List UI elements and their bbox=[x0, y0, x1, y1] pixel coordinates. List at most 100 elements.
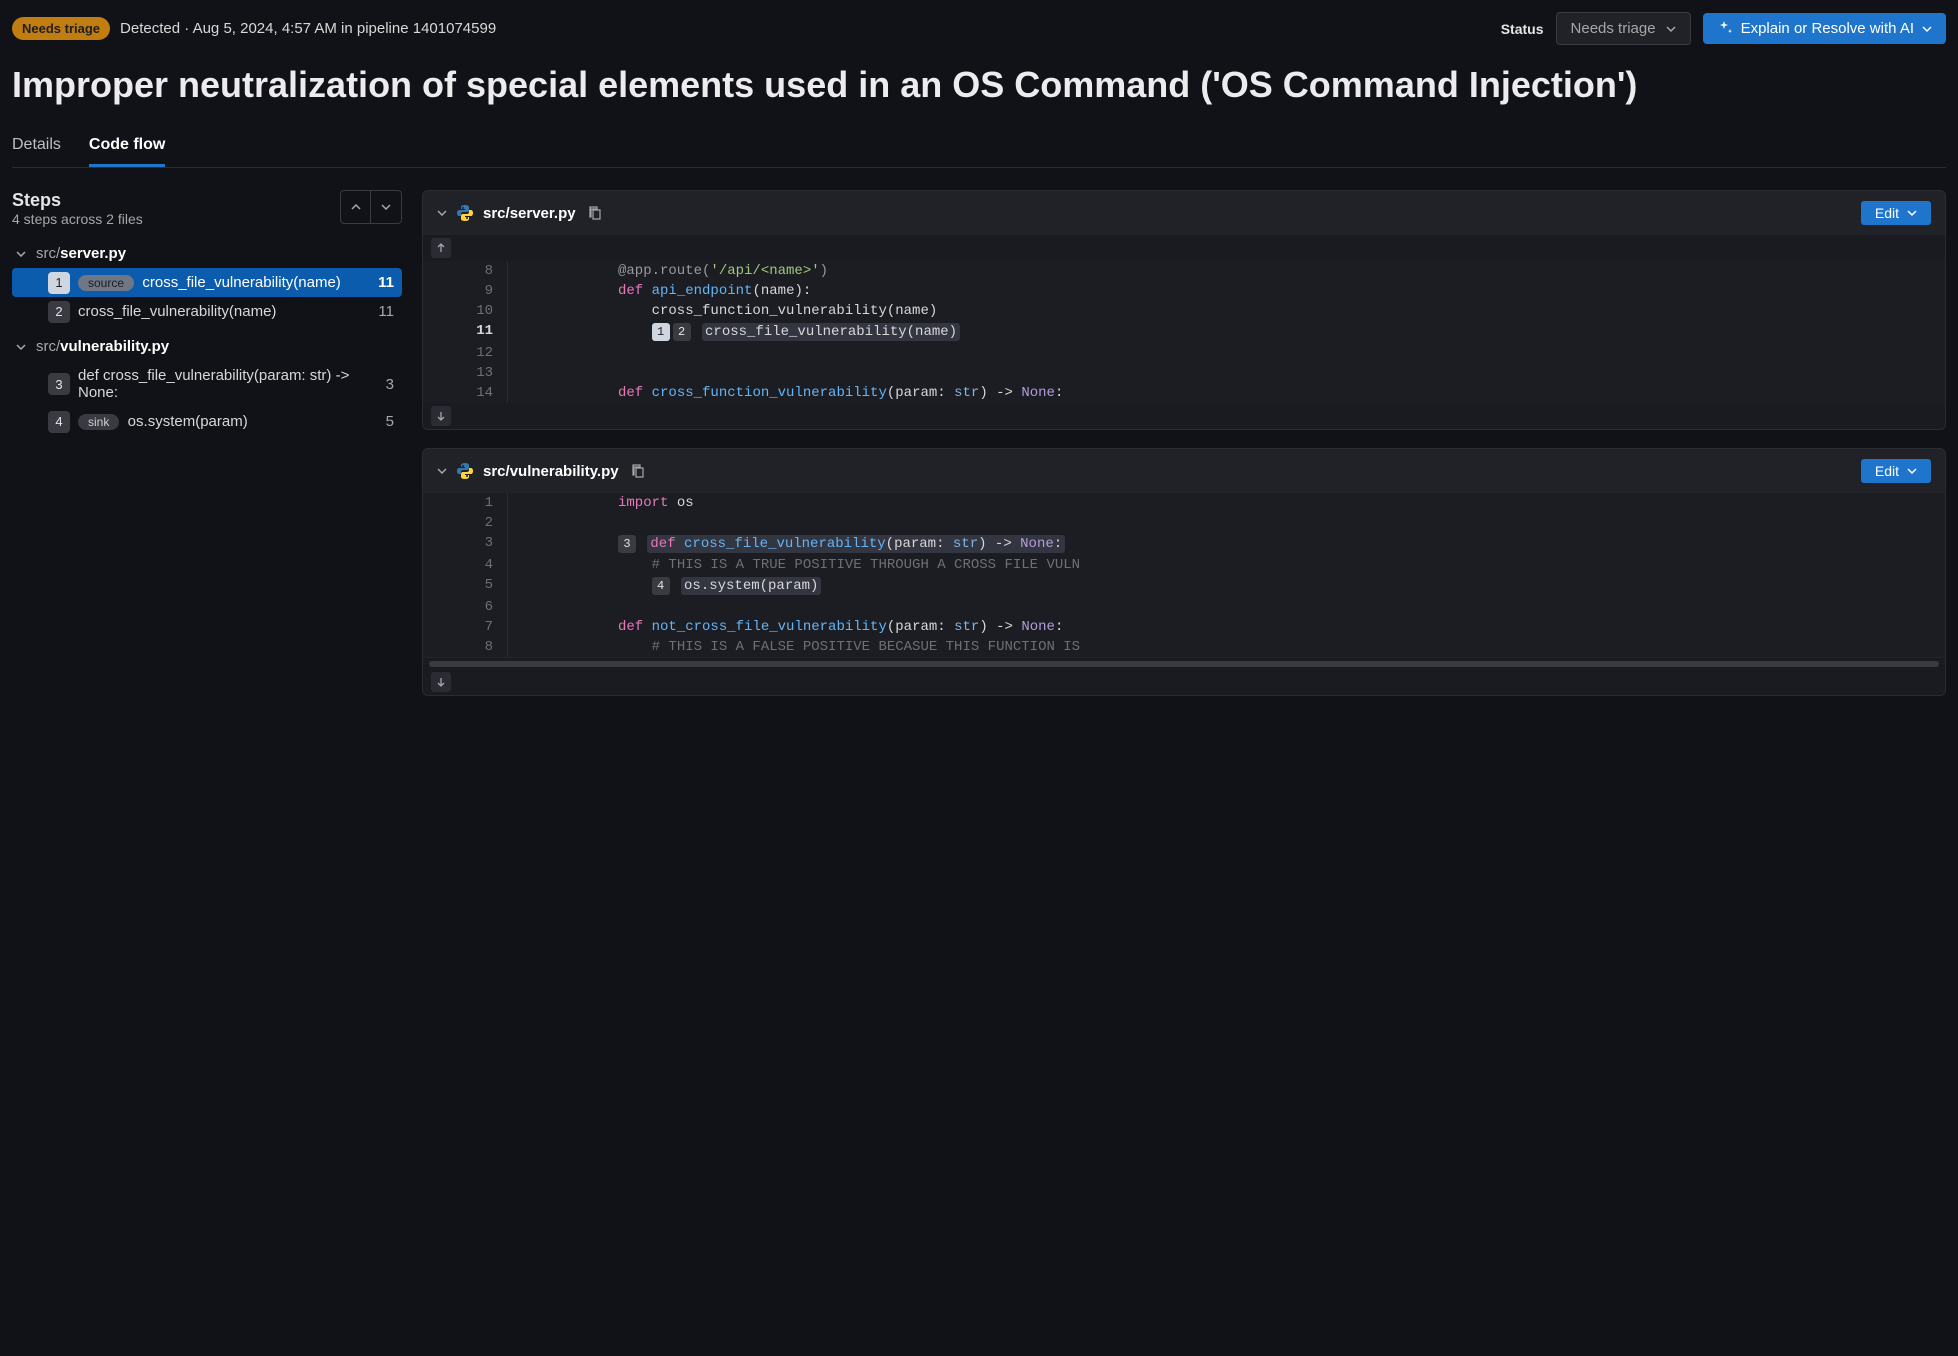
step-nav bbox=[340, 190, 402, 224]
horizontal-scrollbar[interactable] bbox=[423, 657, 1945, 669]
copy-icon[interactable] bbox=[586, 205, 602, 221]
code-line: 14def cross_function_vulnerability(param… bbox=[423, 383, 1945, 403]
step-next-button[interactable] bbox=[371, 191, 401, 223]
page-title: Improper neutralization of special eleme… bbox=[12, 63, 1946, 106]
chevron-down-icon bbox=[16, 344, 26, 350]
line-number: 4 bbox=[423, 555, 508, 575]
code-panel-server: src/server.py Edit 8@app.route('/api/<na… bbox=[422, 190, 1946, 430]
code-content: def not_cross_file_vulnerability(param: … bbox=[508, 617, 1063, 637]
edit-button[interactable]: Edit bbox=[1861, 201, 1931, 225]
file-header[interactable]: src/vulnerability.py bbox=[12, 332, 402, 361]
header-left: Needs triage Detected · Aug 5, 2024, 4:5… bbox=[12, 17, 496, 40]
code-content: 4 os.system(param) bbox=[508, 575, 821, 597]
step-text: source cross_file_vulnerability(name) bbox=[78, 274, 368, 291]
code-content bbox=[508, 363, 618, 383]
chevron-down-icon bbox=[1666, 24, 1676, 34]
copy-icon[interactable] bbox=[629, 463, 645, 479]
code-line: 1import os bbox=[423, 493, 1945, 513]
code-line: 9def api_endpoint(name): bbox=[423, 281, 1945, 301]
code-line: 7def not_cross_file_vulnerability(param:… bbox=[423, 617, 1945, 637]
chevron-down-icon bbox=[16, 251, 26, 257]
step-tag: sink bbox=[78, 414, 119, 430]
line-number: 2 bbox=[423, 513, 508, 533]
code-panel-vuln: src/vulnerability.py Edit 1import os233 … bbox=[422, 448, 1946, 696]
status-dropdown[interactable]: Needs triage bbox=[1556, 12, 1691, 45]
line-number: 12 bbox=[423, 343, 508, 363]
code-filename: src/server.py bbox=[483, 205, 576, 222]
step-text: cross_file_vulnerability(name) bbox=[78, 303, 368, 320]
status-label: Status bbox=[1501, 21, 1544, 37]
code-content bbox=[508, 343, 618, 363]
step-line: 3 bbox=[386, 376, 394, 393]
step-item[interactable]: 3 def cross_file_vulnerability(param: str… bbox=[12, 361, 402, 407]
expand-down-button[interactable] bbox=[431, 672, 451, 692]
step-line: 11 bbox=[378, 303, 394, 320]
line-number: 1 bbox=[423, 493, 508, 513]
python-icon bbox=[457, 205, 473, 221]
step-line: 11 bbox=[378, 274, 394, 291]
steps-pane: Steps 4 steps across 2 files src/server.… bbox=[12, 190, 402, 696]
code-line: 6 bbox=[423, 597, 1945, 617]
expand-up-button[interactable] bbox=[431, 238, 451, 258]
file-group: src/vulnerability.py 3 def cross_file_vuln… bbox=[12, 332, 402, 436]
steps-title: Steps bbox=[12, 190, 143, 211]
arrow-down-icon bbox=[436, 677, 446, 687]
step-tag: source bbox=[78, 275, 134, 291]
code-content: 12 cross_file_vulnerability(name) bbox=[508, 321, 960, 343]
code-line: 13 bbox=[423, 363, 1945, 383]
line-number: 6 bbox=[423, 597, 508, 617]
line-number: 11 bbox=[423, 321, 508, 343]
chevron-down-icon[interactable] bbox=[437, 468, 447, 474]
step-prev-button[interactable] bbox=[341, 191, 371, 223]
triage-badge: Needs triage bbox=[12, 17, 110, 40]
steps-subtitle: 4 steps across 2 files bbox=[12, 211, 143, 227]
step-number: 3 bbox=[48, 373, 70, 395]
code-content bbox=[508, 513, 618, 533]
step-text: def cross_file_vulnerability(param: str)… bbox=[78, 367, 376, 401]
tab-codeflow[interactable]: Code flow bbox=[89, 128, 165, 167]
code-content: def cross_function_vulnerability(param: … bbox=[508, 383, 1063, 403]
tabs: Details Code flow bbox=[12, 128, 1946, 168]
line-number: 3 bbox=[423, 533, 508, 555]
line-number: 5 bbox=[423, 575, 508, 597]
line-number: 8 bbox=[423, 637, 508, 657]
header-bar: Needs triage Detected · Aug 5, 2024, 4:5… bbox=[12, 12, 1946, 45]
line-number: 8 bbox=[423, 261, 508, 281]
chevron-down-icon bbox=[381, 204, 391, 210]
explain-ai-button[interactable]: Explain or Resolve with AI bbox=[1703, 13, 1946, 44]
code-line: 2 bbox=[423, 513, 1945, 533]
header-right: Status Needs triage Explain or Resolve w… bbox=[1501, 12, 1946, 45]
step-item[interactable]: 4sink os.system(param)5 bbox=[12, 407, 402, 436]
chevron-down-icon bbox=[1922, 24, 1932, 34]
code-line: 11 12 cross_file_vulnerability(name) bbox=[423, 321, 1945, 343]
chevron-down-icon[interactable] bbox=[437, 210, 447, 216]
code-content bbox=[508, 597, 618, 617]
step-number: 4 bbox=[48, 411, 70, 433]
step-item[interactable]: 2 cross_file_vulnerability(name) 11 bbox=[12, 297, 402, 326]
tab-details[interactable]: Details bbox=[12, 128, 61, 167]
step-item[interactable]: 1 source cross_file_vulnerability(name) 11 bbox=[12, 268, 402, 297]
line-number: 9 bbox=[423, 281, 508, 301]
code-content: 3 def cross_file_vulnerability(param: st… bbox=[508, 533, 1065, 555]
code-content: cross_function_vulnerability(name) bbox=[508, 301, 937, 321]
step-number: 1 bbox=[48, 272, 70, 294]
code-line: 8@app.route('/api/<name>') bbox=[423, 261, 1945, 281]
edit-button[interactable]: Edit bbox=[1861, 459, 1931, 483]
file-group: src/server.py 1 source cross_file_vulnerab… bbox=[12, 239, 402, 326]
ai-sparkle-icon bbox=[1717, 21, 1733, 37]
code-pane: src/server.py Edit 8@app.route('/api/<na… bbox=[422, 190, 1946, 696]
line-number: 10 bbox=[423, 301, 508, 321]
edit-label: Edit bbox=[1875, 463, 1899, 479]
step-number: 2 bbox=[48, 301, 70, 323]
detected-info: Detected · Aug 5, 2024, 4:57 AM in pipel… bbox=[120, 20, 496, 37]
chevron-down-icon bbox=[1907, 466, 1917, 476]
line-number: 7 bbox=[423, 617, 508, 637]
code-line: 33 def cross_file_vulnerability(param: s… bbox=[423, 533, 1945, 555]
arrow-down-icon bbox=[436, 411, 446, 421]
chevron-up-icon bbox=[351, 204, 361, 210]
file-header[interactable]: src/server.py bbox=[12, 239, 402, 268]
status-value: Needs triage bbox=[1571, 20, 1656, 37]
code-line: 10 cross_function_vulnerability(name) bbox=[423, 301, 1945, 321]
expand-down-button[interactable] bbox=[431, 406, 451, 426]
line-number: 13 bbox=[423, 363, 508, 383]
